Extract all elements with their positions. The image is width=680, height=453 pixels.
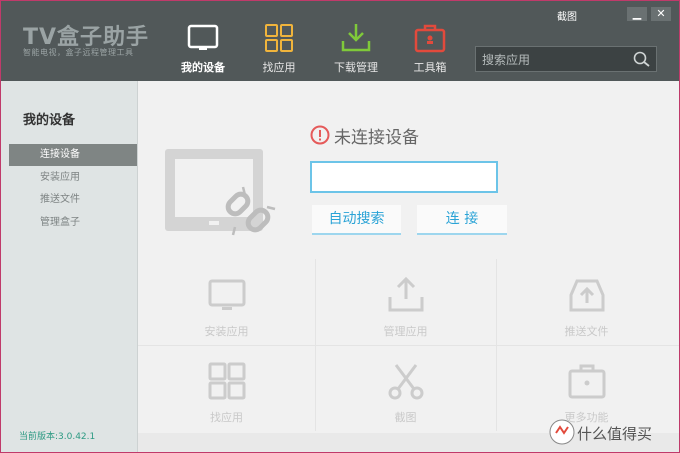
sidebar-item-install-apps[interactable]: 安装应用 [9,167,137,189]
toolbox-icon [414,24,446,53]
feature-screenshot-label: 截图 [394,411,417,424]
app-search-box [475,46,657,72]
download-icon [341,24,371,52]
screenshot-link[interactable]: 截图 [557,8,577,23]
disconnected-device-illustration [165,149,276,236]
device-address-input[interactable] [310,161,498,193]
search-icon[interactable] [632,50,652,68]
sidebar-title: 我的设备 [23,113,76,128]
nav-find-apps[interactable]: 找应用 [249,1,309,81]
app-search-input[interactable] [480,50,630,70]
nav-my-devices[interactable]: 我的设备 [171,1,235,81]
feature-screenshot[interactable]: 截图 [317,349,494,435]
monitor-icon [208,279,245,310]
sidebar-item-push-files[interactable]: 推送文件 [9,189,137,211]
header-bar: TV盒子助手 智能电视，盒子远程管理工具 我的设备 找应用 下载管理 工具箱 截… [1,1,679,81]
nav-toolbox[interactable]: 工具箱 [403,1,457,81]
feature-find-apps[interactable]: 找应用 [138,349,315,435]
feature-push-files[interactable]: 推送文件 [498,263,675,349]
minimize-button[interactable]: ▁ [627,7,647,21]
connect-button[interactable]: 连 接 [417,205,507,235]
app-window: TV盒子助手 智能电视，盒子远程管理工具 我的设备 找应用 下载管理 工具箱 截… [0,0,680,453]
app-logo-subtitle: 智能电视，盒子远程管理工具 [23,48,134,57]
tv-icon [187,24,219,50]
feature-push-files-label: 推送文件 [564,325,609,338]
feature-manage-apps[interactable]: 管理应用 [317,263,494,349]
feature-find-apps-label: 找应用 [210,411,243,424]
nav-download-manager[interactable]: 下载管理 [325,1,387,81]
feature-manage-apps-label: 管理应用 [383,325,428,338]
version-label: 当前版本:3.0.42.1 [19,432,96,442]
sidebar: 我的设备 连接设备 安装应用 推送文件 管理盒子 当前版本:3.0.42.1 [1,81,138,452]
apps-grid-icon [208,362,245,400]
nav-my-devices-label: 我的设备 [181,61,225,74]
scissors-icon [388,364,423,400]
close-button[interactable]: ✕ [651,7,671,21]
sidebar-item-manage-box[interactable]: 管理盒子 [9,212,137,234]
feature-install-apps[interactable]: 安装应用 [138,263,315,349]
nav-find-apps-label: 找应用 [262,61,296,74]
nav-toolbox-label: 工具箱 [413,61,447,74]
sidebar-item-connect-device[interactable]: 连接设备 [9,144,137,166]
watermark-logo-icon [549,419,575,445]
apps-grid-icon [265,24,293,52]
feature-install-apps-label: 安装应用 [204,325,249,338]
alert-icon [310,125,330,145]
auto-search-button[interactable]: 自动搜索 [312,205,401,235]
inbox-upload-icon [569,279,604,312]
nav-download-manager-label: 下载管理 [334,61,378,74]
upload-tray-icon [388,276,423,312]
watermark-text: 什么值得买 [577,425,653,443]
connection-status-text: 未连接设备 [334,128,419,148]
briefcase-icon [568,364,605,399]
